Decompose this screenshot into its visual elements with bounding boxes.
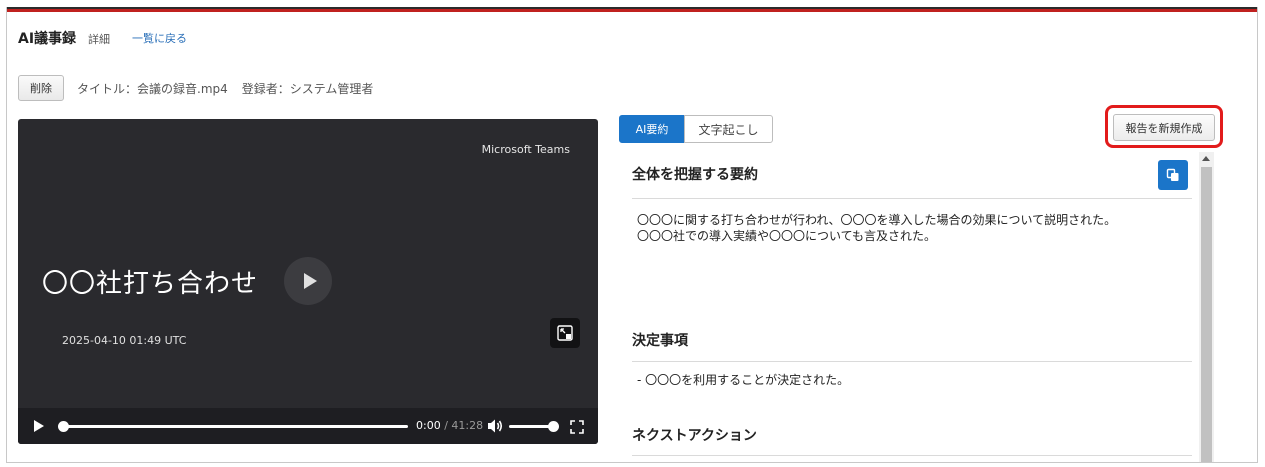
video-play-overlay-button[interactable]	[284, 257, 332, 305]
fullscreen-button[interactable]	[570, 419, 584, 438]
summary-line: 〇〇〇に関する打ち合わせが行われ、〇〇〇を導入した場合の効果について説明された。	[637, 213, 1117, 227]
time-current: 0:00	[416, 419, 441, 432]
fullscreen-icon	[570, 420, 584, 434]
top-border-red	[7, 9, 1257, 12]
overall-summary-text: 〇〇〇に関する打ち合わせが行われ、〇〇〇を導入した場合の効果について説明された。…	[637, 213, 1187, 244]
divider	[632, 455, 1192, 456]
tab-transcript[interactable]: 文字起こし	[684, 115, 773, 143]
recording-meta: タイトル：会議の録音.mp4 登録者：システム管理者	[77, 80, 373, 97]
new-report-button[interactable]: 報告を新規作成	[1113, 114, 1215, 141]
back-to-list-link[interactable]: 一覧に戻る	[132, 30, 187, 46]
seek-handle[interactable]	[58, 421, 69, 432]
video-brand-label: Microsoft Teams	[481, 143, 570, 156]
delete-button[interactable]: 削除	[18, 75, 64, 101]
time-display: 0:00 / 41:28	[416, 419, 483, 432]
tab-ai-summary[interactable]: AI要約	[619, 115, 685, 143]
video-title: 〇〇社打ち合わせ	[42, 269, 259, 299]
page-subtitle: 詳細	[88, 33, 110, 46]
scroll-up-icon[interactable]	[1202, 156, 1210, 161]
divider	[632, 361, 1192, 362]
decisions-text: - 〇〇〇を利用することが決定された。	[637, 373, 850, 387]
video-player[interactable]: Microsoft Teams 〇〇社打ち合わせ 2025-04-10 01:4…	[18, 119, 598, 444]
video-controls: 0:00 / 41:28	[18, 408, 598, 444]
picture-in-picture-button[interactable]	[550, 318, 580, 348]
copy-icon	[1166, 168, 1179, 181]
time-separator: /	[444, 419, 448, 432]
next-action-heading: ネクストアクション	[632, 428, 757, 444]
time-total: 41:28	[451, 419, 484, 432]
play-icon	[303, 273, 317, 289]
app-frame: AI議事録 詳細 一覧に戻る 削除 タイトル：会議の録音.mp4 登録者：システム…	[6, 7, 1258, 463]
summary-scrollbar[interactable]	[1199, 152, 1214, 462]
volume-icon	[488, 419, 503, 433]
play-button[interactable]	[34, 420, 44, 432]
video-date: 2025-04-10 01:49 UTC	[62, 334, 187, 347]
decisions-heading: 決定事項	[632, 333, 688, 349]
copy-button[interactable]	[1158, 160, 1188, 190]
scroll-thumb[interactable]	[1201, 167, 1212, 462]
volume-handle[interactable]	[548, 421, 559, 432]
registrant-meta: 登録者：システム管理者	[241, 82, 374, 96]
recording-title-meta: タイトル：会議の録音.mp4	[77, 82, 228, 96]
page-title: AI議事録	[18, 31, 77, 47]
summary-line: 〇〇〇社での導入実績や〇〇〇についても言及された。	[637, 228, 937, 243]
picture-in-picture-icon	[557, 325, 573, 341]
divider	[632, 198, 1192, 199]
seek-bar[interactable]	[62, 425, 408, 428]
overall-summary-heading: 全体を把握する要約	[632, 167, 758, 183]
summary-panel: 全体を把握する要約 〇〇〇に関する打ち合わせが行われ、〇〇〇を導入した場合の効果…	[619, 152, 1215, 462]
volume-button[interactable]	[486, 418, 504, 438]
